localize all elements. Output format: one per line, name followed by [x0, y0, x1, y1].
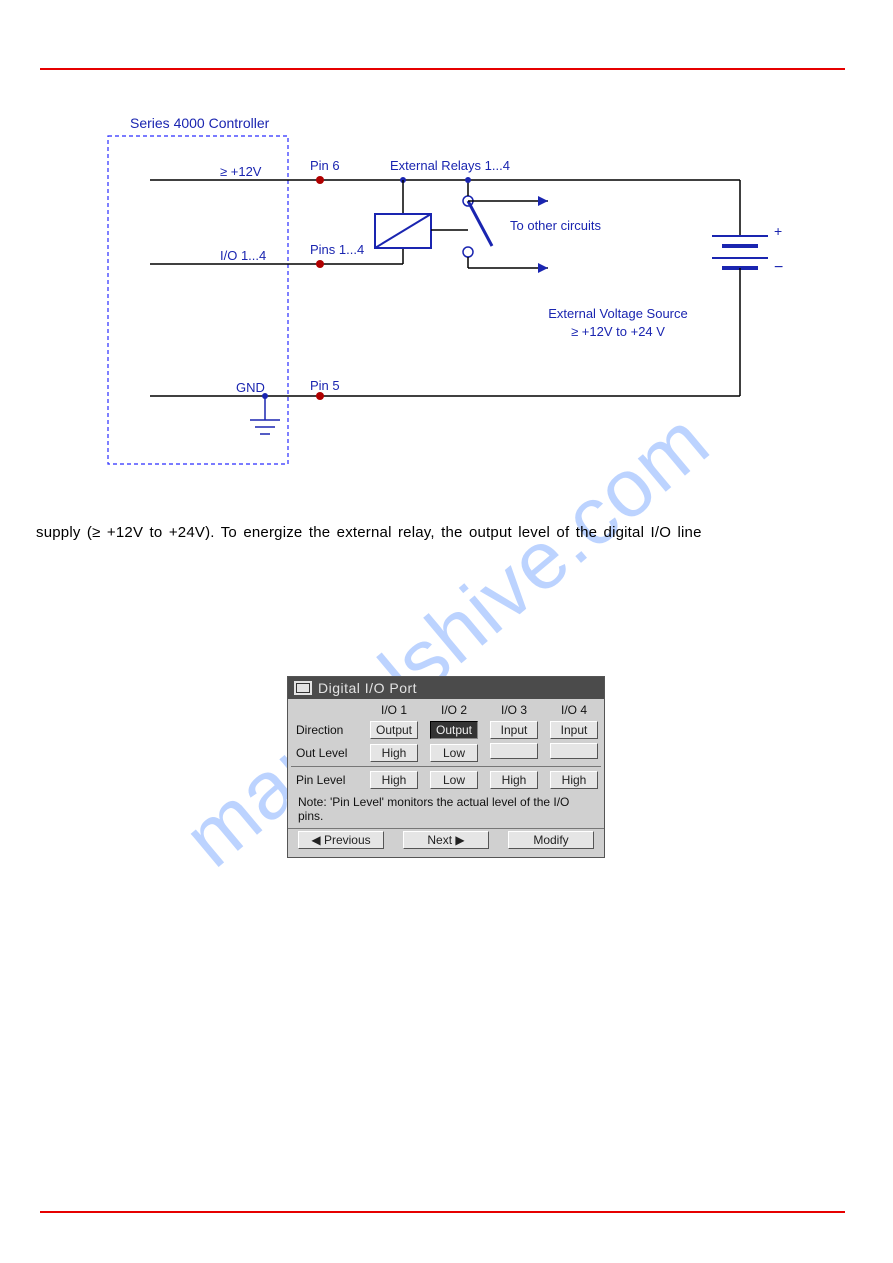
top-rule [40, 68, 845, 70]
label-io14: I/O 1...4 [220, 248, 266, 263]
label-ext-src1: External Voltage Source [548, 306, 687, 321]
label-gnd: GND [236, 380, 265, 395]
panel-note: Note: 'Pin Level' monitors the actual le… [288, 791, 604, 828]
direction-io2[interactable]: Output [430, 721, 478, 739]
row-outlevel-label: Out Level [288, 741, 364, 764]
direction-io4[interactable]: Input [550, 721, 598, 739]
panel-title-text: Digital I/O Port [318, 680, 417, 696]
pinlevel-io2: Low [430, 771, 478, 789]
pinlevel-io4: High [550, 771, 598, 789]
row-pinlevel-label: Pin Level [288, 769, 364, 791]
label-ext-src2: ≥ +12V to +24 V [571, 324, 665, 339]
controller-label: Series 4000 Controller [130, 115, 270, 131]
outlevel-io1[interactable]: High [370, 744, 418, 762]
label-pin5: Pin 5 [310, 378, 340, 393]
row-direction-label: Direction [288, 719, 364, 741]
label-pins14: Pins 1...4 [310, 242, 364, 257]
panel-icon [294, 681, 312, 695]
pinlevel-io1: High [370, 771, 418, 789]
label-other-circuits: To other circuits [510, 218, 602, 233]
battery-plus: + [774, 223, 782, 239]
digital-io-panel: Digital I/O Port I/O 1 I/O 2 I/O 3 I/O 4… [287, 676, 605, 858]
modify-button[interactable]: Modify [508, 831, 594, 849]
pinlevel-io3: High [490, 771, 538, 789]
outlevel-io3-empty [490, 743, 538, 759]
io-grid: I/O 1 I/O 2 I/O 3 I/O 4 Direction Output… [288, 699, 604, 791]
bottom-rule [40, 1211, 845, 1213]
outlevel-io4-empty [550, 743, 598, 759]
col-io4: I/O 4 [544, 699, 604, 719]
direction-io3[interactable]: Input [490, 721, 538, 739]
prev-button[interactable]: ◀ Previous [298, 831, 384, 849]
col-io3: I/O 3 [484, 699, 544, 719]
panel-title-bar: Digital I/O Port [288, 677, 604, 699]
circuit-diagram: Series 4000 Controller ≥ +12V Pin 6 I/O … [100, 108, 793, 478]
label-external-relays: External Relays 1...4 [390, 158, 510, 173]
outlevel-io2[interactable]: Low [430, 744, 478, 762]
next-button[interactable]: Next ▶ [403, 831, 489, 849]
battery-minus: − [774, 259, 783, 276]
label-plus12v: ≥ +12V [220, 164, 262, 179]
direction-io1[interactable]: Output [370, 721, 418, 739]
label-pin6: Pin 6 [310, 158, 340, 173]
col-io1: I/O 1 [364, 699, 424, 719]
body-paragraph: supply (≥ +12V to +24V). To energize the… [36, 522, 845, 545]
col-io2: I/O 2 [424, 699, 484, 719]
